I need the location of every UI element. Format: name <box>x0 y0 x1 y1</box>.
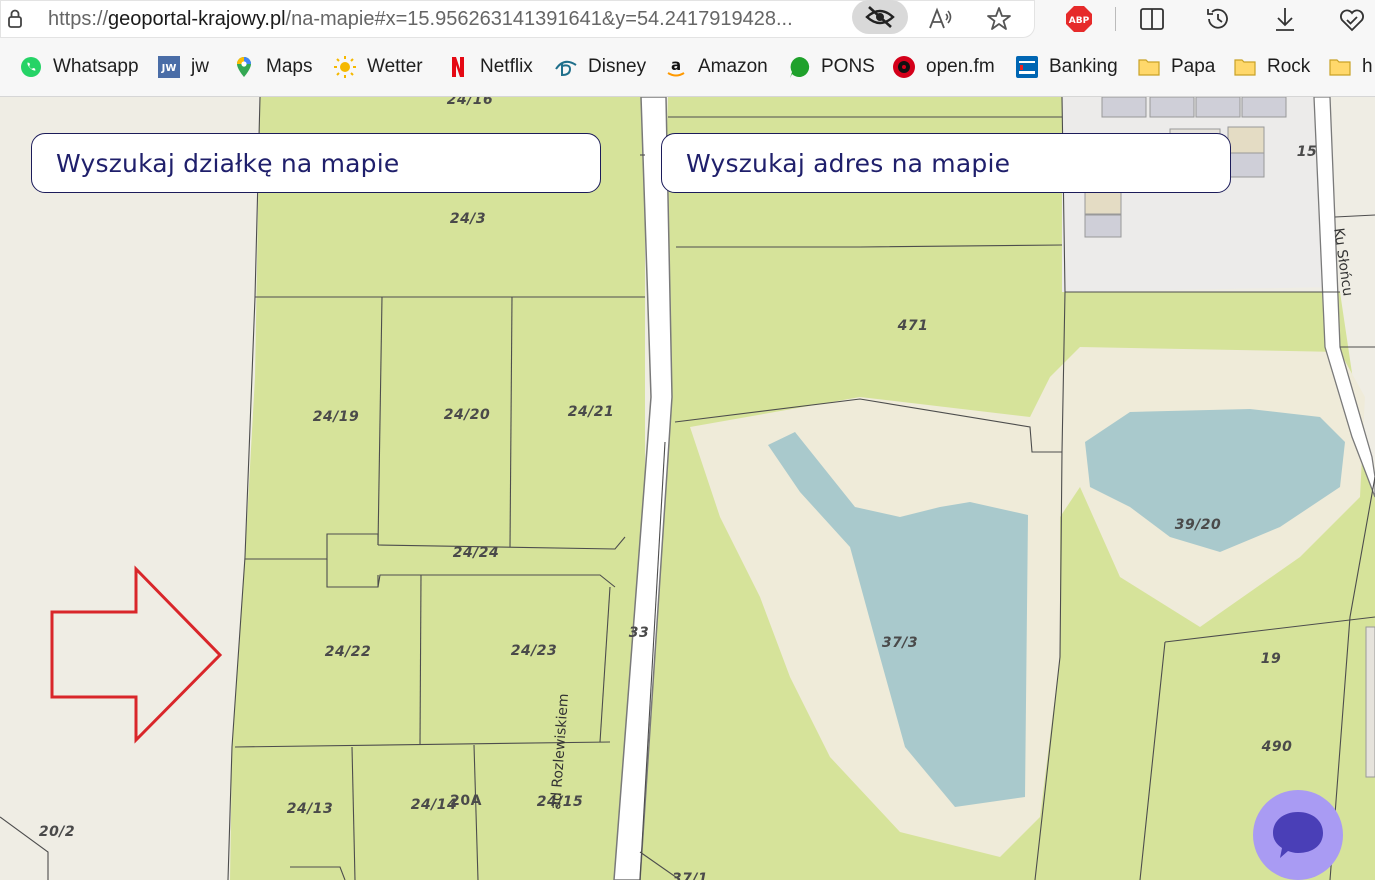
parcel-label[interactable]: 24/23 <box>511 643 558 659</box>
parcel-label[interactable]: 24/13 <box>287 801 334 817</box>
bookmark-label: Disney <box>588 56 647 77</box>
url-prefix: https:// <box>48 8 109 30</box>
browser-essentials-icon[interactable] <box>1337 4 1367 34</box>
parcel-label[interactable]: 15 <box>1297 144 1317 160</box>
openfm-icon <box>893 56 915 78</box>
bookmark-label: Whatsapp <box>53 56 139 77</box>
sun-icon <box>334 56 356 78</box>
tracking-prevention-button[interactable] <box>852 0 908 34</box>
whatsapp-icon <box>21 57 41 77</box>
bookmark-amazon[interactable]: a Amazon <box>664 54 768 80</box>
address-bar[interactable]: https://geoportal-krajowy.pl/na-mapie#x=… <box>0 0 1035 38</box>
parcel-label[interactable]: 24/20 <box>444 407 491 423</box>
browser-toolbar: https://geoportal-krajowy.pl/na-mapie#x=… <box>0 0 1375 38</box>
bookmark-maps[interactable]: Maps <box>232 54 312 80</box>
address-search-box[interactable]: Wyszukaj adres na mapie <box>661 133 1231 193</box>
jw-icon: JW <box>158 56 180 78</box>
map-canvas[interactable] <box>0 97 1375 880</box>
bookmark-openfm[interactable]: open.fm <box>892 54 995 80</box>
bookmark-label: Rock <box>1267 56 1311 77</box>
downloads-icon[interactable] <box>1270 4 1300 34</box>
read-aloud-icon[interactable] <box>925 4 955 34</box>
bookmark-label: Papa <box>1171 56 1216 77</box>
parcel-label[interactable]: 33 <box>629 625 649 641</box>
parcel-label[interactable]: 19 <box>1261 651 1281 667</box>
folder-icon <box>1329 59 1351 76</box>
parcel-label[interactable]: 471 <box>898 318 929 334</box>
bookmark-label: jw <box>191 56 209 77</box>
parcel-label[interactable]: 24/22 <box>325 644 372 660</box>
lock-icon[interactable] <box>4 7 26 29</box>
bank-icon <box>1016 56 1038 78</box>
svg-text:a: a <box>671 56 681 74</box>
bookmark-label: Wetter <box>367 56 423 77</box>
bookmark-label: PONS <box>821 56 875 77</box>
toolbar-separator <box>1115 7 1116 31</box>
chat-button[interactable] <box>1253 790 1343 880</box>
bookmark-label: open.fm <box>926 56 995 77</box>
parcel-label[interactable]: 39/20 <box>1175 517 1222 533</box>
bookmarks-bar: Whatsapp JW jw Maps Wetter Netflix Disne… <box>0 38 1375 97</box>
bookmark-banking[interactable]: Banking <box>1015 54 1118 80</box>
bookmark-label: Netflix <box>480 56 533 77</box>
svg-text:ABP: ABP <box>1069 16 1090 26</box>
building-east <box>1365 626 1375 778</box>
bookmark-wetter[interactable]: Wetter <box>333 54 423 80</box>
parcel-label[interactable]: 24/24 <box>453 545 500 561</box>
map-view[interactable]: 24/16 24/3 471 15 24/19 24/20 24/21 24/2… <box>0 97 1375 880</box>
disney-icon <box>555 60 577 77</box>
url-path: /na-mapie#x=15.956263141391641&y=54.2417… <box>285 8 793 30</box>
bookmark-pons[interactable]: PONS <box>787 54 875 80</box>
bookmark-label: Banking <box>1049 56 1118 77</box>
pons-icon <box>790 56 810 78</box>
split-screen-icon[interactable] <box>1137 4 1167 34</box>
bookmark-label: h <box>1362 56 1373 77</box>
bookmark-rock[interactable]: Rock <box>1233 54 1310 80</box>
maps-pin-icon <box>237 57 251 77</box>
parcel-label[interactable]: 24/16 <box>447 97 494 108</box>
history-icon[interactable] <box>1203 4 1233 34</box>
favorite-star-icon[interactable] <box>984 4 1014 34</box>
bookmark-label: Amazon <box>698 56 768 77</box>
chat-bubble-icon <box>1273 812 1323 858</box>
forest-area-west <box>230 97 645 880</box>
parcel-label[interactable]: 490 <box>1262 739 1293 755</box>
folder-icon <box>1138 59 1160 76</box>
bookmark-label: Maps <box>266 56 313 77</box>
svg-text:JW: JW <box>161 63 177 74</box>
parcel-label[interactable]: 24/3 <box>450 211 486 227</box>
bookmark-whatsapp[interactable]: Whatsapp <box>19 54 139 80</box>
bookmark-disney[interactable]: Disney <box>554 54 646 80</box>
bookmark-h[interactable]: h <box>1328 54 1373 80</box>
folder-icon <box>1234 59 1256 76</box>
address-search-label: Wyszukaj adres na mapie <box>686 148 1011 178</box>
url-host: geoportal-krajowy.pl <box>108 8 286 30</box>
parcel-search-label: Wyszukaj działkę na mapie <box>56 148 400 178</box>
amazon-icon: a <box>667 56 685 77</box>
address-number-label[interactable]: 20A <box>450 793 482 809</box>
bookmark-netflix[interactable]: Netflix <box>446 54 533 80</box>
parcel-label[interactable]: 20/2 <box>39 824 75 840</box>
adblock-plus-icon[interactable]: ABP <box>1065 5 1093 33</box>
parcel-label[interactable]: 24/19 <box>313 409 360 425</box>
parcel-label[interactable]: 24/21 <box>568 404 615 420</box>
parcel-search-box[interactable]: Wyszukaj działkę na mapie <box>31 133 601 193</box>
eye-slash-icon <box>865 6 895 28</box>
netflix-icon <box>452 57 464 77</box>
url-text[interactable]: https://geoportal-krajowy.pl/na-mapie#x=… <box>48 6 843 32</box>
bookmark-jw[interactable]: JW jw <box>157 54 209 80</box>
parcel-label[interactable]: 37/3 <box>882 635 918 651</box>
parcel-label[interactable]: 37/1 <box>672 871 708 880</box>
bookmark-papa[interactable]: Papa <box>1137 54 1215 80</box>
